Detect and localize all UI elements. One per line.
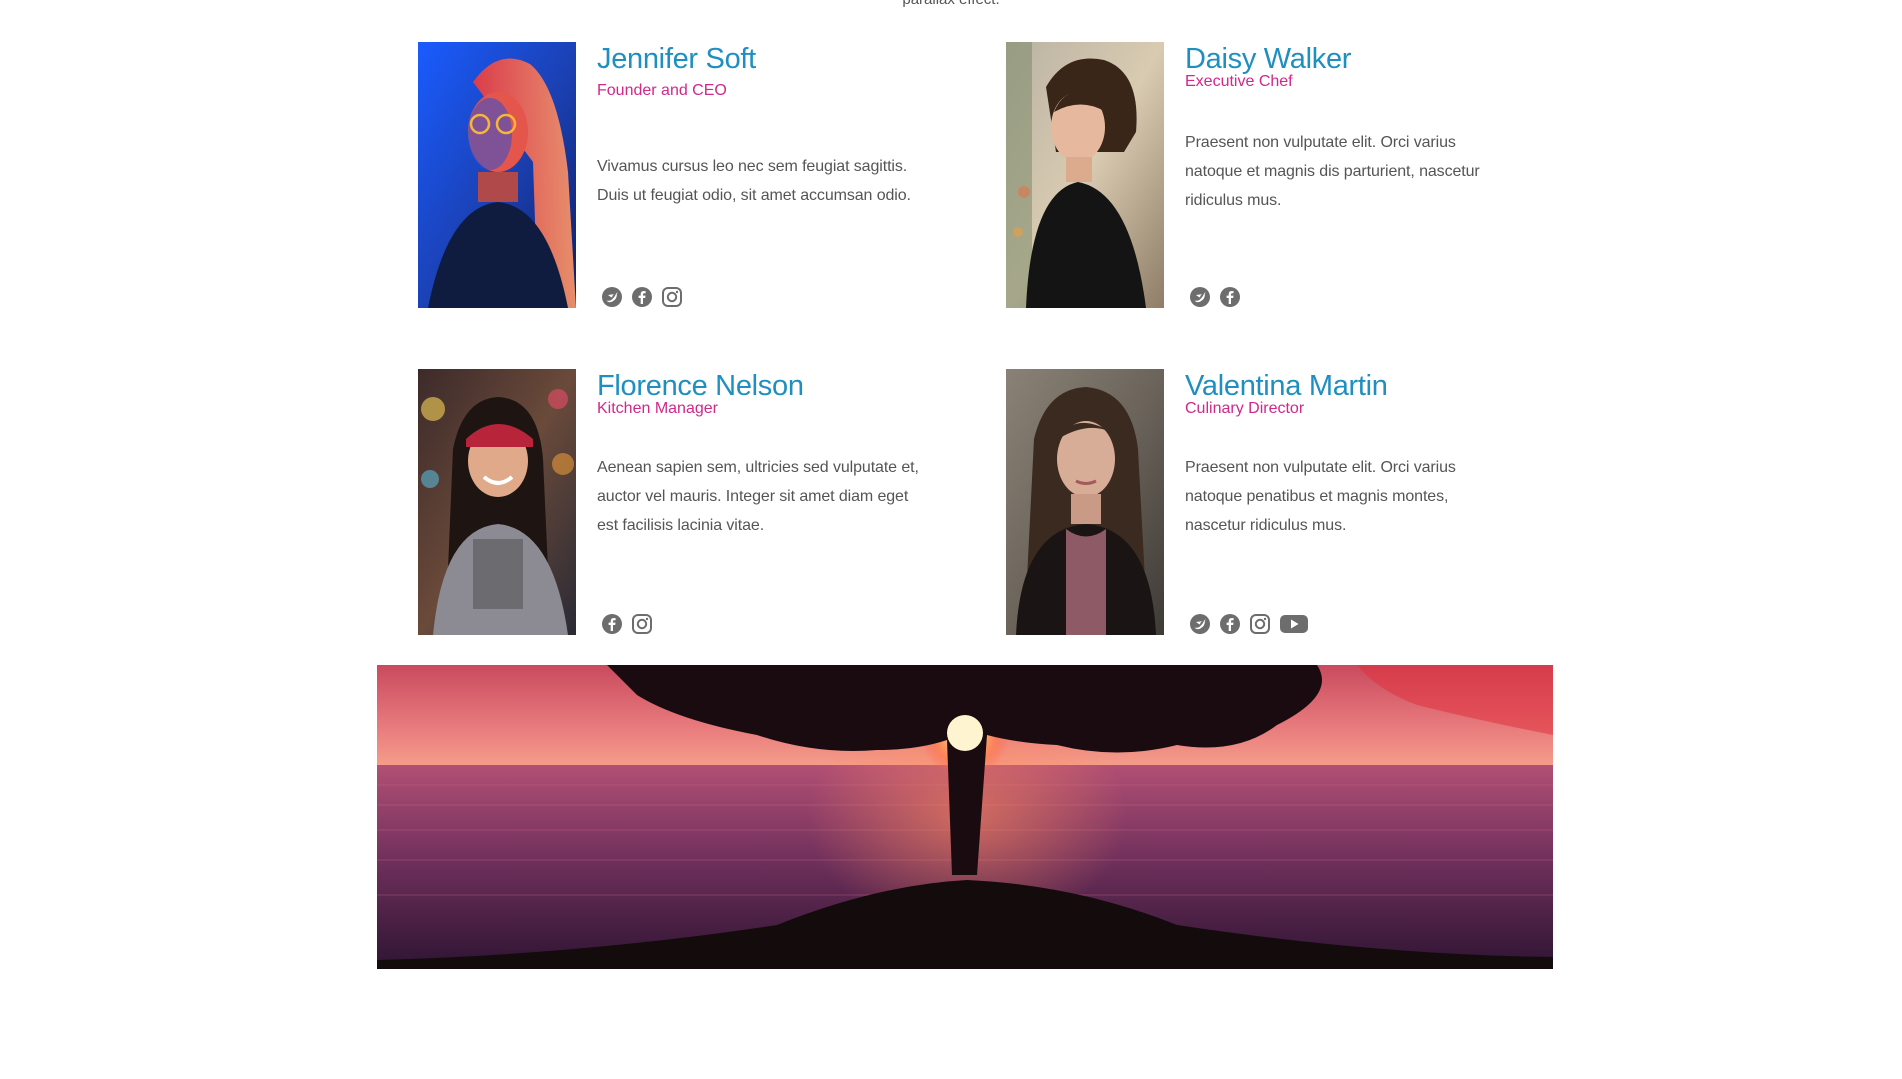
member-bio: Praesent non vulputate elit. Orci varius… (1185, 134, 1480, 209)
facebook-icon[interactable] (601, 613, 623, 635)
team-member-card: Daisy Walker Executive Chef Praesent non… (1006, 42, 1566, 312)
section-intro-text: parallax effect. (0, 0, 1902, 9)
youtube-icon[interactable] (1279, 613, 1309, 635)
member-photo (1006, 369, 1164, 635)
member-bio: Vivamus cursus leo nec sem feugiat sagit… (597, 158, 911, 204)
member-photo (418, 42, 576, 308)
instagram-icon[interactable] (661, 286, 683, 308)
twitter-icon[interactable] (1189, 286, 1211, 308)
member-role: Founder and CEO (597, 82, 727, 99)
facebook-icon[interactable] (1219, 613, 1241, 635)
twitter-icon[interactable] (1189, 613, 1211, 635)
twitter-icon[interactable] (601, 286, 623, 308)
member-info: Jennifer Soft Founder and CEO Vivamus cu… (597, 42, 937, 210)
instagram-icon[interactable] (631, 613, 653, 635)
social-links (601, 286, 683, 308)
team-member-card: Valentina Martin Culinary Director Praes… (1006, 369, 1566, 639)
social-links (601, 613, 653, 635)
team-member-card: Florence Nelson Kitchen Manager Aenean s… (418, 369, 978, 639)
member-role: Executive Chef (1185, 73, 1293, 90)
sunset-tree-image (377, 665, 1553, 969)
member-photo (418, 369, 576, 635)
instagram-icon[interactable] (1249, 613, 1271, 635)
facebook-icon[interactable] (1219, 286, 1241, 308)
member-bio: Aenean sapien sem, ultricies sed vulputa… (597, 459, 919, 534)
member-info: Florence Nelson Kitchen Manager Aenean s… (597, 369, 937, 540)
member-name: Daisy Walker (1185, 43, 1352, 75)
social-links (1189, 286, 1241, 308)
team-member-card: Jennifer Soft Founder and CEO Vivamus cu… (418, 42, 978, 312)
member-name: Jennifer Soft (597, 43, 756, 75)
member-photo (1006, 42, 1164, 308)
social-links (1189, 613, 1309, 635)
facebook-icon[interactable] (631, 286, 653, 308)
parallax-banner (377, 665, 1553, 969)
member-name: Valentina Martin (1185, 370, 1388, 402)
member-info: Valentina Martin Culinary Director Praes… (1185, 369, 1525, 540)
member-bio: Praesent non vulputate elit. Orci varius… (1185, 459, 1456, 534)
member-info: Daisy Walker Executive Chef Praesent non… (1185, 42, 1525, 215)
member-name: Florence Nelson (597, 370, 804, 402)
